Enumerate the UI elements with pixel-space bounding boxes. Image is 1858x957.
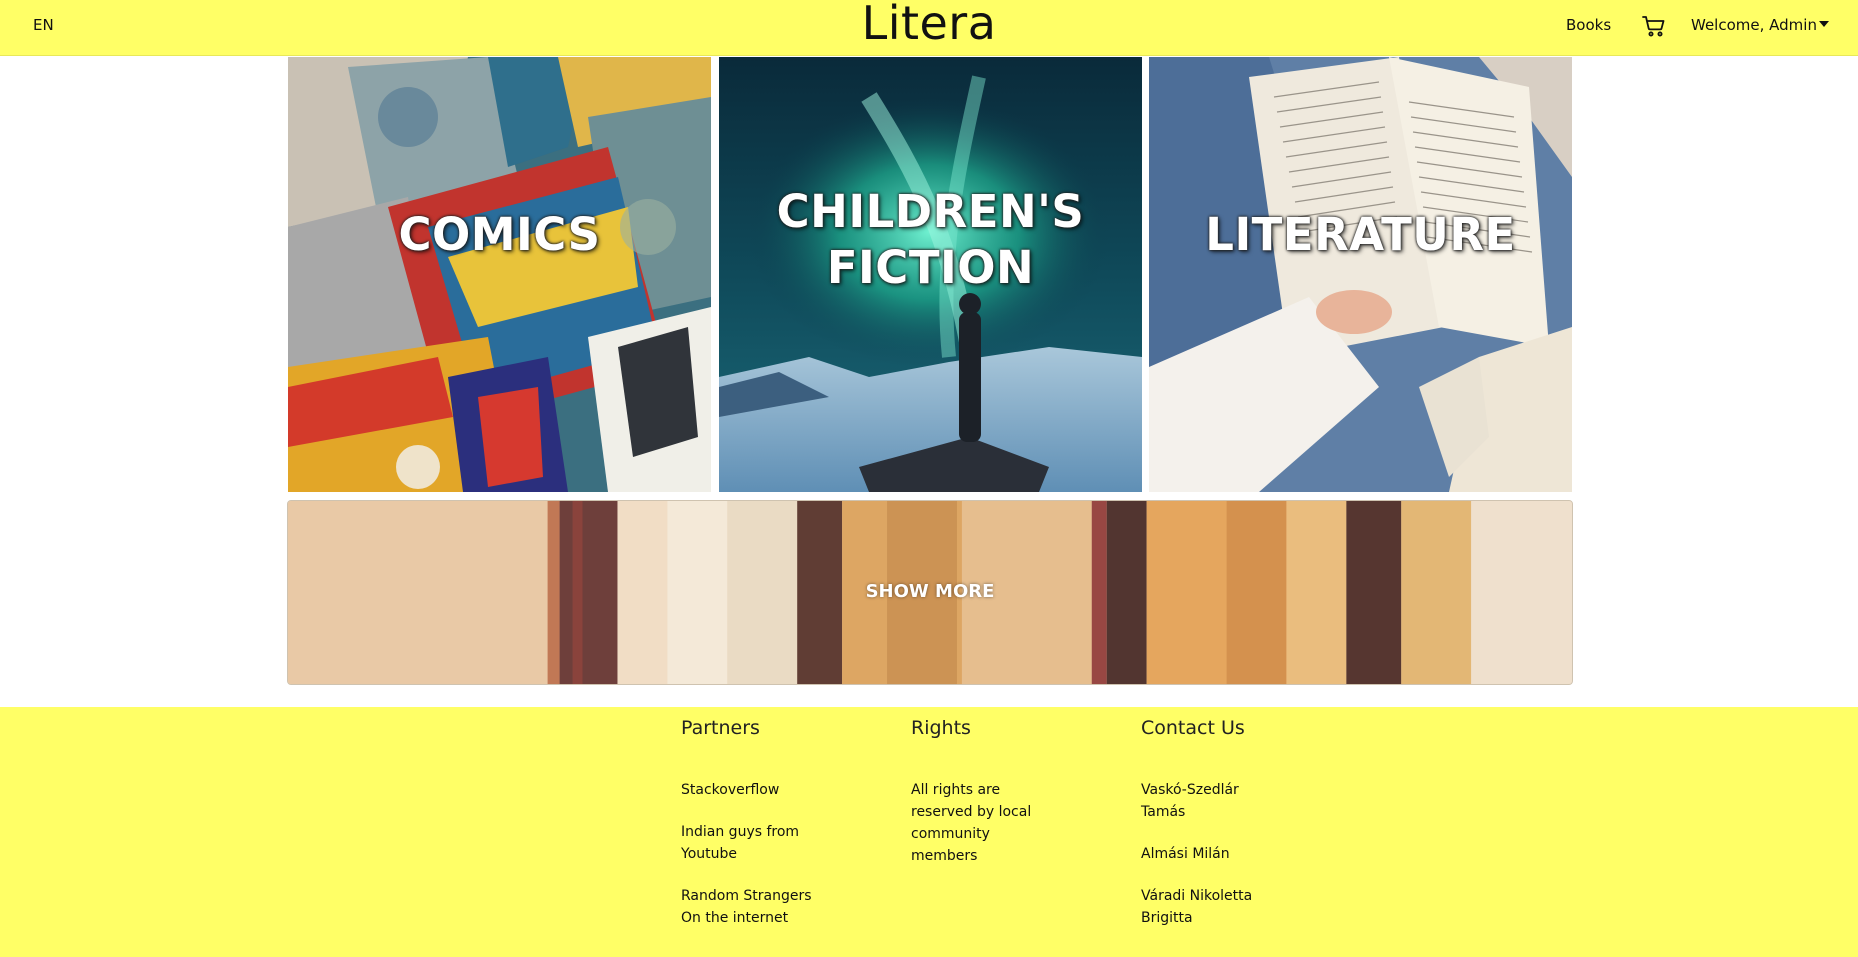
category-tile-literature[interactable]: LITERATURE [1149, 57, 1572, 492]
category-label-childrens-fiction: CHILDREN'S FICTION [719, 184, 1142, 296]
comics-image [288, 57, 711, 492]
rights-text: All rights are reserved by local communi… [911, 782, 1032, 864]
contact-item: Váradi Nikoletta Brigitta [1141, 888, 1253, 926]
footer-partners-title: Partners [681, 717, 760, 739]
language-selector[interactable]: EN [33, 16, 54, 34]
nav-books-link[interactable]: Books [1566, 16, 1611, 34]
chevron-down-icon [1818, 21, 1829, 27]
category-label-line2: FICTION [826, 241, 1035, 294]
user-menu-label: Welcome, Admin [1691, 16, 1817, 34]
footer-contact-column: Contact Us Vaskó-Szedlár Tamás Almási Mi… [1141, 717, 1291, 949]
literature-image [1149, 57, 1572, 492]
top-navbar: EN Litera Books Welcome, Admin [0, 0, 1858, 56]
partner-item: Random Strangers On the internet [681, 888, 812, 926]
footer: Partners Stackoverflow Indian guys from … [0, 707, 1858, 957]
category-tile-childrens-fiction[interactable]: CHILDREN'S FICTION [719, 57, 1142, 492]
category-tile-comics[interactable]: COMICS [288, 57, 711, 492]
cart-icon[interactable] [1642, 14, 1666, 38]
show-more-banner[interactable]: SHOW MORE [287, 500, 1573, 685]
partner-item: Stackoverflow [681, 782, 780, 798]
contact-item: Vaskó-Szedlár Tamás [1141, 782, 1239, 820]
contact-item: Almási Milán [1141, 846, 1230, 862]
category-label-line1: CHILDREN'S [776, 185, 1085, 238]
category-label-comics: COMICS [398, 208, 601, 261]
category-label-literature: LITERATURE [1205, 208, 1516, 261]
footer-rights-title: Rights [911, 717, 971, 739]
partner-item: Indian guys from Youtube [681, 824, 800, 862]
brand-logo[interactable]: Litera [862, 0, 997, 50]
user-menu-toggle[interactable]: Welcome, Admin [1691, 16, 1829, 34]
show-more-label: SHOW MORE [865, 581, 995, 602]
footer-rights-column: Rights All rights are reserved by local … [911, 717, 1061, 887]
footer-contact-title: Contact Us [1141, 717, 1245, 739]
footer-partners-column: Partners Stackoverflow Indian guys from … [681, 717, 831, 949]
